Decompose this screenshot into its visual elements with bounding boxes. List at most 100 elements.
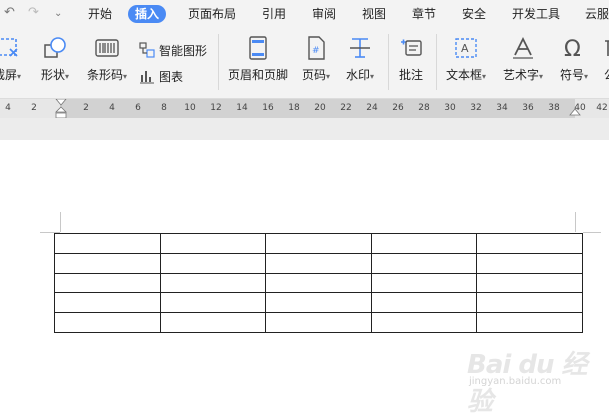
ruler-tick: 2 xyxy=(83,103,89,113)
table-row xyxy=(54,312,583,333)
table-cell[interactable] xyxy=(159,272,267,294)
svg-text:A: A xyxy=(461,42,469,55)
ribbon-separator xyxy=(218,34,219,90)
ruler-tick: 12 xyxy=(210,103,222,113)
horizontal-ruler[interactable]: 4 2 2 4 6 8 10 12 14 16 18 20 22 24 26 2… xyxy=(0,99,609,118)
page-number-label: 页码 xyxy=(301,68,326,82)
symbol-button[interactable]: Ω 符号▾ xyxy=(556,36,592,83)
ruler-tick: 20 xyxy=(314,103,326,113)
textbox-button[interactable]: A 文本框▾ xyxy=(442,36,490,83)
table-cell[interactable] xyxy=(476,252,583,274)
table-row xyxy=(54,272,583,294)
table-cell[interactable] xyxy=(476,292,583,314)
menu-bar: ↶ ↷ ⌄ 开始 插入 页面布局 引用 审阅 视图 章节 安全 开发工具 云服 xyxy=(0,0,609,28)
ruler-tick: 16 xyxy=(262,103,274,113)
right-indent-marker-icon[interactable] xyxy=(569,108,581,118)
table-cell[interactable] xyxy=(370,272,478,294)
comment-icon xyxy=(401,39,422,56)
ruler-tick: 6 xyxy=(135,103,141,113)
table-cell[interactable] xyxy=(54,312,161,333)
ruler-tick: 34 xyxy=(496,103,508,113)
tab-chapter[interactable]: 章节 xyxy=(412,5,436,23)
table-cell[interactable] xyxy=(54,272,161,294)
ruler-bottom-band xyxy=(0,118,609,140)
textbox-label: 文本框 xyxy=(445,68,482,82)
table-cell[interactable] xyxy=(54,252,161,274)
tab-cloud[interactable]: 云服 xyxy=(585,5,609,23)
svg-text:Ω: Ω xyxy=(564,37,581,60)
formula-button[interactable]: 公 xyxy=(600,36,609,83)
formula-label: 公 xyxy=(600,66,609,83)
table-cell[interactable] xyxy=(54,292,161,314)
table-row xyxy=(54,292,583,314)
wordart-button[interactable]: 艺术字▾ xyxy=(498,36,548,83)
table-cell[interactable] xyxy=(476,272,583,294)
ruler-tick: 38 xyxy=(548,103,560,113)
omega-icon: Ω xyxy=(564,37,581,60)
table-cell[interactable] xyxy=(159,292,267,314)
ruler-tick: 42 xyxy=(596,103,608,113)
table-cell[interactable] xyxy=(54,233,161,254)
ruler-tick: 28 xyxy=(418,103,430,113)
comment-button[interactable]: 批注 xyxy=(394,36,428,83)
wordart-label: 艺术字 xyxy=(502,68,539,82)
tab-review[interactable]: 审阅 xyxy=(312,5,336,23)
table-cell[interactable] xyxy=(265,312,372,333)
ruler-tick: 22 xyxy=(340,103,352,113)
tab-view[interactable]: 视图 xyxy=(362,5,386,23)
table-cell[interactable] xyxy=(370,252,478,274)
pi-icon xyxy=(605,40,609,56)
tab-references[interactable]: 引用 xyxy=(262,5,286,23)
textbox-icon: A xyxy=(455,38,477,58)
shape-button[interactable]: 形状▾ xyxy=(38,36,72,83)
ruler-tick: 8 xyxy=(161,103,167,113)
undo-icon[interactable]: ↶ xyxy=(4,5,15,20)
table-cell[interactable] xyxy=(159,233,267,254)
redo-icon[interactable]: ↷ xyxy=(28,5,39,20)
table-cell[interactable] xyxy=(265,272,372,294)
tab-page-layout[interactable]: 页面布局 xyxy=(188,5,236,23)
watermark-label: 水印 xyxy=(345,68,370,82)
table-cell[interactable] xyxy=(265,233,372,254)
screenshot-label: 截屏 xyxy=(0,68,17,82)
table-row xyxy=(54,252,583,274)
chart-button[interactable]: 图表 xyxy=(139,68,183,85)
ribbon-separator xyxy=(436,34,437,90)
screenshot-icon xyxy=(0,38,18,57)
watermark-url: jingyan.baidu.com xyxy=(469,376,562,387)
table-cell[interactable] xyxy=(370,312,478,333)
page-number-button[interactable]: # 页码▾ xyxy=(298,36,334,83)
crop-mark xyxy=(583,232,601,233)
table-cell[interactable] xyxy=(476,312,583,333)
watermark-button[interactable]: 水印▾ xyxy=(342,36,378,83)
header-footer-button[interactable]: 页眉和页脚 xyxy=(226,36,290,83)
tab-security[interactable]: 安全 xyxy=(462,5,486,23)
smartart-button[interactable]: 智能图形 xyxy=(139,42,207,59)
table-cell[interactable] xyxy=(159,252,267,274)
indent-marker-icon[interactable] xyxy=(55,99,67,118)
comment-label: 批注 xyxy=(398,68,423,82)
table-cell[interactable] xyxy=(265,292,372,314)
tab-insert[interactable]: 插入 xyxy=(128,5,167,23)
table-cell[interactable] xyxy=(265,252,372,274)
table-cell[interactable] xyxy=(370,292,478,314)
table-cell[interactable] xyxy=(159,312,267,333)
screenshot-button[interactable]: 截屏▾ xyxy=(0,36,22,83)
symbol-label: 符号 xyxy=(559,68,584,82)
chart-label: 图表 xyxy=(159,70,184,84)
ruler-tick: 10 xyxy=(184,103,196,113)
barcode-icon xyxy=(95,39,119,57)
document-table[interactable] xyxy=(54,233,583,333)
shape-icon xyxy=(44,37,66,58)
tab-developer[interactable]: 开发工具 xyxy=(512,5,560,23)
shape-label: 形状 xyxy=(40,68,65,82)
table-cell[interactable] xyxy=(370,233,478,254)
tab-home[interactable]: 开始 xyxy=(88,5,112,23)
page-number-icon: # xyxy=(308,36,325,60)
table-cell[interactable] xyxy=(476,233,583,254)
wordart-icon xyxy=(513,36,533,59)
ruler-tick: 26 xyxy=(392,103,404,113)
barcode-button[interactable]: 条形码▾ xyxy=(82,36,132,83)
quick-access-dropdown-icon[interactable]: ⌄ xyxy=(54,8,62,19)
ruler-tick: 24 xyxy=(366,103,378,113)
